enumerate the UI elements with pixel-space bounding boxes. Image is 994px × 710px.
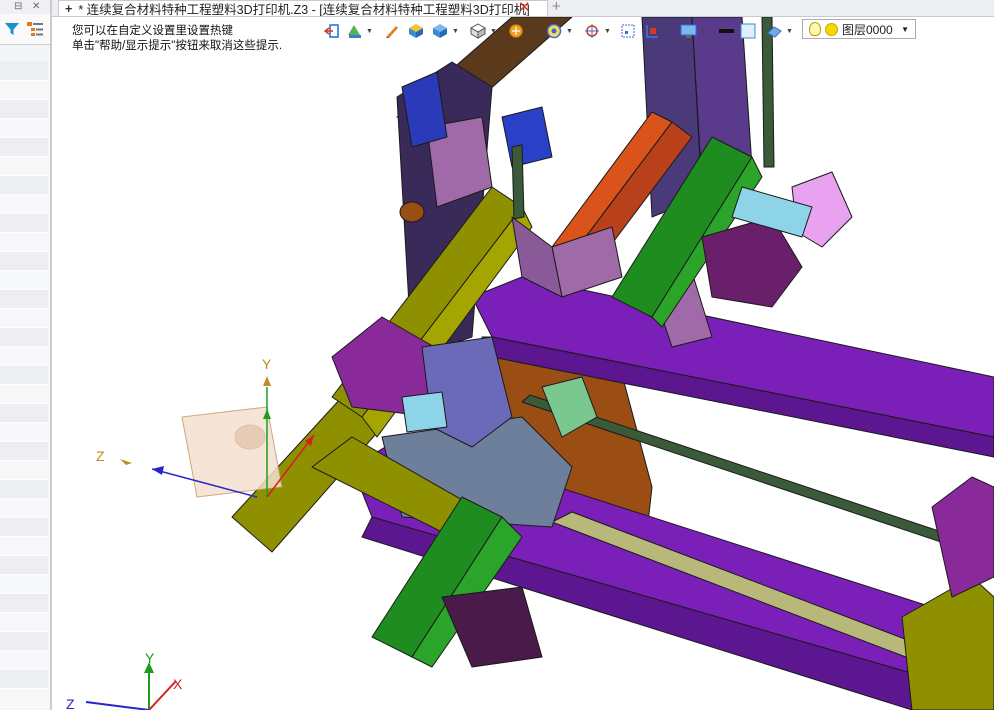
mini-axis-label-x: X <box>173 676 183 692</box>
tree-row[interactable] <box>0 290 48 309</box>
tree-row[interactable] <box>0 461 48 480</box>
pencil-icon[interactable] <box>384 20 400 42</box>
tree-row[interactable] <box>0 404 48 423</box>
tree-row[interactable] <box>0 328 48 347</box>
tree-row[interactable] <box>0 480 48 499</box>
tree-row[interactable] <box>0 309 48 328</box>
tree-row[interactable] <box>0 442 48 461</box>
display-icon[interactable]: ▼ <box>680 20 707 42</box>
tree-row[interactable] <box>0 556 48 575</box>
new-tab-button[interactable]: + <box>552 0 561 15</box>
tree-row[interactable] <box>0 252 48 271</box>
minimize-icon[interactable]: ⊟ <box>14 1 22 12</box>
tree-row[interactable] <box>0 518 48 537</box>
tree-row[interactable] <box>0 271 48 290</box>
close-icon[interactable]: ✕ <box>32 1 40 12</box>
vertical-screw <box>511 144 525 220</box>
history-tree-list <box>0 62 48 708</box>
tree-row[interactable] <box>0 138 48 157</box>
tree-row[interactable] <box>0 575 48 594</box>
tree-row[interactable] <box>0 366 48 385</box>
solid-cube-icon[interactable]: ▼ <box>432 20 459 42</box>
view-orient-icon[interactable]: ▼ <box>546 20 573 42</box>
motor-bottom <box>441 586 543 668</box>
select-frame-icon[interactable] <box>620 20 636 42</box>
render-mode-icon[interactable]: ▼ <box>508 20 535 42</box>
wire-cube-icon[interactable]: ▼ <box>470 20 497 42</box>
tree-row[interactable] <box>0 689 48 708</box>
tree-row[interactable] <box>0 233 48 252</box>
document-tab-title: * 连续复合材料特种工程塑料3D打印机.Z3 - [连续复合材料特种工程塑料3D… <box>78 3 530 16</box>
axis-z-arrow <box>152 466 164 475</box>
section-icon[interactable]: ▼ <box>644 20 671 42</box>
mini-axis-label-z: Z <box>66 696 75 710</box>
tree-row[interactable] <box>0 632 48 651</box>
tab-pin-icon: + <box>65 1 73 16</box>
purple-block-2 <box>931 476 994 598</box>
hint-line-1: 您可以在自定义设置里设置热键 <box>72 25 233 37</box>
tree-row[interactable] <box>0 119 48 138</box>
blue-gear <box>501 106 553 168</box>
axis-label-z: Z <box>96 448 105 464</box>
tree-row[interactable] <box>0 670 48 689</box>
left-panel: ⊟ ✕ <box>0 0 52 710</box>
mini-axis-x <box>148 680 177 710</box>
left-panel-toolbar <box>0 14 50 45</box>
axis-z-tip <box>120 459 132 465</box>
tree-row[interactable] <box>0 62 48 81</box>
layer-color-dot-icon <box>825 22 838 36</box>
chevron-down-icon[interactable]: ▼ <box>901 25 909 34</box>
olive-profile-right <box>901 576 994 710</box>
tree-row[interactable] <box>0 347 48 366</box>
tab-close-icon[interactable]: ✕ <box>518 0 531 16</box>
tree-row[interactable] <box>0 613 48 632</box>
tree-row[interactable] <box>0 214 48 233</box>
left-panel-header: ⊟ ✕ <box>0 0 50 14</box>
exit-icon[interactable] <box>324 20 340 42</box>
axis-label-y: Y <box>262 356 272 372</box>
document-tab[interactable]: + * 连续复合材料特种工程塑料3D打印机.Z3 - [连续复合材料特种工程塑料… <box>58 0 548 16</box>
lightbulb-icon[interactable] <box>809 22 821 36</box>
model-render: Y Z Y X Z <box>66 17 994 710</box>
tree-row[interactable] <box>0 385 48 404</box>
tree-row[interactable] <box>0 81 48 100</box>
tree-row[interactable] <box>0 176 48 195</box>
knob-top <box>399 201 425 223</box>
mini-axis-z <box>85 701 150 710</box>
axis-y-tip <box>263 376 271 386</box>
hotend-cyan <box>401 391 448 433</box>
tree-row[interactable] <box>0 537 48 556</box>
tree-row[interactable] <box>0 651 48 670</box>
view-toolbar: ▼ ▼ ▼ ▼ ▼ ▼ ▼ ▼ ▼ ▼ 图层0000 ▼ <box>320 18 920 44</box>
hint-tip: 您可以在自定义设置里设置热键 单击"帮助/显示提示"按钮来取消这些提示. <box>72 24 282 54</box>
3d-viewport[interactable]: Y Z Y X Z <box>52 17 994 710</box>
layer-select[interactable]: 图层0000 ▼ <box>802 19 916 39</box>
mini-axis-label-y: Y <box>145 650 155 666</box>
tree-row[interactable] <box>0 594 48 613</box>
filter-icon[interactable] <box>2 19 22 39</box>
tree-list-icon[interactable] <box>25 19 45 39</box>
tree-row[interactable] <box>0 100 48 119</box>
snap-target-icon[interactable]: ▼ <box>584 20 611 42</box>
tree-row[interactable] <box>0 423 48 442</box>
hint-line-2: 单击"帮助/显示提示"按钮来取消这些提示. <box>72 40 283 52</box>
tree-row[interactable] <box>0 195 48 214</box>
tree-row[interactable] <box>0 499 48 518</box>
document-tab-bar: + * 连续复合材料特种工程塑料3D打印机.Z3 - [连续复合材料特种工程塑料… <box>52 0 994 17</box>
color-swatch-icon[interactable] <box>740 20 756 42</box>
shaded-cube-icon[interactable] <box>408 20 424 42</box>
tree-row[interactable] <box>0 157 48 176</box>
layer-color-icon[interactable]: ▼ <box>766 20 793 42</box>
paint-icon[interactable]: ▼ <box>346 20 373 42</box>
layer-name: 图层0000 <box>842 22 893 37</box>
